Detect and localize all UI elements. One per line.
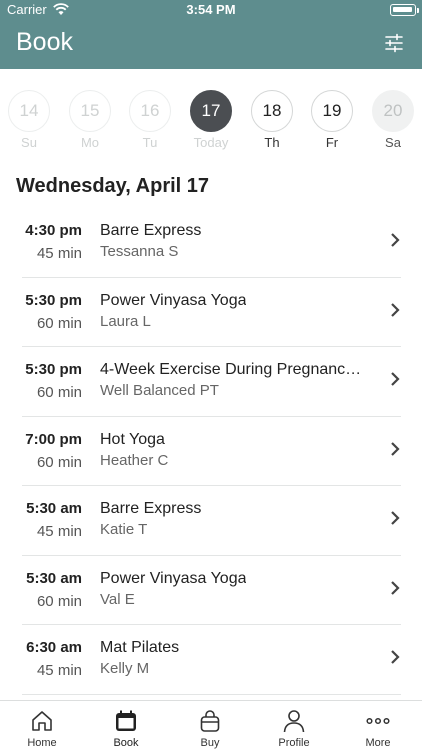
- tab-label: Buy: [200, 737, 220, 749]
- class-instructor: Heather C: [100, 451, 169, 469]
- class-duration: 45 min: [36, 523, 82, 540]
- tab-buy[interactable]: Buy: [168, 701, 252, 750]
- class-instructor: Well Balanced PT: [100, 382, 219, 399]
- sliders-icon[interactable]: [384, 33, 404, 53]
- day-label: Tu: [142, 135, 158, 150]
- day-number: 20: [372, 90, 414, 132]
- day-label: Fr: [325, 135, 339, 150]
- class-duration: 45 min: [36, 662, 82, 679]
- class-name: 4-Week Exercise During Pregnancy…: [100, 361, 366, 378]
- shopping-bag-icon: [200, 710, 220, 732]
- day-20[interactable]: 20 Sa: [372, 90, 414, 154]
- day-14[interactable]: 14 Su: [8, 90, 50, 154]
- tab-label: Book: [113, 737, 139, 749]
- class-instructor: Val E: [100, 590, 135, 608]
- class-time: 5:30 am: [26, 569, 82, 587]
- class-row[interactable]: 5:30 pm 60 min Power Vinyasa Yoga Laura …: [22, 278, 401, 347]
- tab-profile[interactable]: Profile: [252, 701, 336, 750]
- class-instructor: Laura L: [100, 312, 151, 330]
- class-row[interactable]: 6:30 am 45 min Mat Pilates Kelly M: [22, 625, 401, 695]
- day-number: 16: [129, 90, 171, 132]
- class-list: 4:30 pm 45 min Barre Express Tessanna S …: [0, 208, 422, 695]
- class-time: 5:30 pm: [25, 291, 82, 309]
- tab-label: Profile: [278, 737, 310, 749]
- status-bar: Carrier 3:54 PM: [0, 0, 422, 20]
- tab-label: Home: [27, 737, 57, 749]
- date-heading: Wednesday, April 17: [16, 175, 210, 197]
- class-name: Power Vinyasa Yoga: [100, 569, 247, 587]
- day-label: Mo: [80, 135, 100, 150]
- tab-bar: Home Book Buy Profile More: [0, 700, 422, 750]
- class-time: 7:00 pm: [25, 430, 82, 448]
- day-15[interactable]: 15 Mo: [69, 90, 111, 154]
- chevron-right-icon: [391, 511, 400, 525]
- chevron-right-icon: [391, 233, 400, 247]
- class-duration: 60 min: [36, 592, 82, 610]
- class-row[interactable]: 7:00 pm 60 min Hot Yoga Heather C: [22, 417, 401, 486]
- class-name: Barre Express: [100, 500, 202, 517]
- class-instructor: Tessanna S: [100, 243, 179, 260]
- class-row[interactable]: 5:30 am 60 min Power Vinyasa Yoga Val E: [22, 556, 401, 625]
- tab-home[interactable]: Home: [0, 701, 84, 750]
- class-duration: 45 min: [36, 245, 82, 262]
- class-row[interactable]: 5:30 am 45 min Barre Express Katie T: [22, 486, 401, 556]
- battery-tip: [417, 8, 419, 13]
- class-row[interactable]: 4:30 pm 45 min Barre Express Tessanna S: [22, 208, 401, 278]
- class-time: 5:30 am: [26, 500, 82, 517]
- home-icon: [32, 711, 52, 731]
- class-time: 5:30 pm: [25, 361, 82, 378]
- day-19[interactable]: 19 Fr: [311, 90, 353, 154]
- day-17-today[interactable]: 17 Today: [190, 90, 232, 154]
- day-number: 18: [251, 90, 293, 132]
- day-18[interactable]: 18 Th: [251, 90, 293, 154]
- tab-book[interactable]: Book: [84, 701, 168, 750]
- class-name: Power Vinyasa Yoga: [100, 291, 247, 309]
- battery-icon: [390, 4, 416, 16]
- class-name: Hot Yoga: [100, 430, 165, 448]
- class-time: 6:30 am: [26, 639, 82, 656]
- date-picker: 14 Su 15 Mo 16 Tu 17 Today 18 Th 19 Fr 2…: [0, 90, 422, 154]
- calendar-icon: [116, 710, 136, 731]
- chevron-right-icon: [391, 302, 400, 317]
- chevron-right-icon: [391, 650, 400, 664]
- class-name: Barre Express: [100, 222, 202, 239]
- tab-more[interactable]: More: [336, 701, 420, 750]
- class-time: 4:30 pm: [25, 222, 82, 239]
- chevron-right-icon: [391, 372, 400, 386]
- day-label: Su: [21, 135, 37, 150]
- day-label: Sa: [385, 135, 401, 150]
- ellipsis-icon: [366, 717, 390, 725]
- class-instructor: Kelly M: [100, 660, 150, 677]
- day-label: Th: [264, 135, 280, 150]
- day-number: 17: [190, 90, 232, 132]
- chevron-right-icon: [391, 441, 400, 456]
- day-number: 19: [311, 90, 353, 132]
- day-number: 15: [69, 90, 111, 132]
- day-label: Today: [193, 135, 229, 150]
- page-title: Book: [16, 28, 73, 56]
- class-duration: 60 min: [36, 384, 82, 401]
- class-duration: 60 min: [36, 453, 82, 471]
- status-time: 3:54 PM: [186, 2, 236, 17]
- day-16[interactable]: 16 Tu: [129, 90, 171, 154]
- top-bar: Carrier 3:54 PM Book: [0, 0, 422, 69]
- chevron-right-icon: [391, 580, 400, 595]
- tab-label: More: [365, 737, 391, 749]
- person-icon: [283, 710, 305, 733]
- class-duration: 60 min: [36, 314, 82, 332]
- class-instructor: Katie T: [100, 521, 148, 538]
- class-row[interactable]: 5:30 pm 60 min 4-Week Exercise During Pr…: [22, 347, 401, 417]
- class-name: Mat Pilates: [100, 639, 180, 656]
- day-number: 14: [8, 90, 50, 132]
